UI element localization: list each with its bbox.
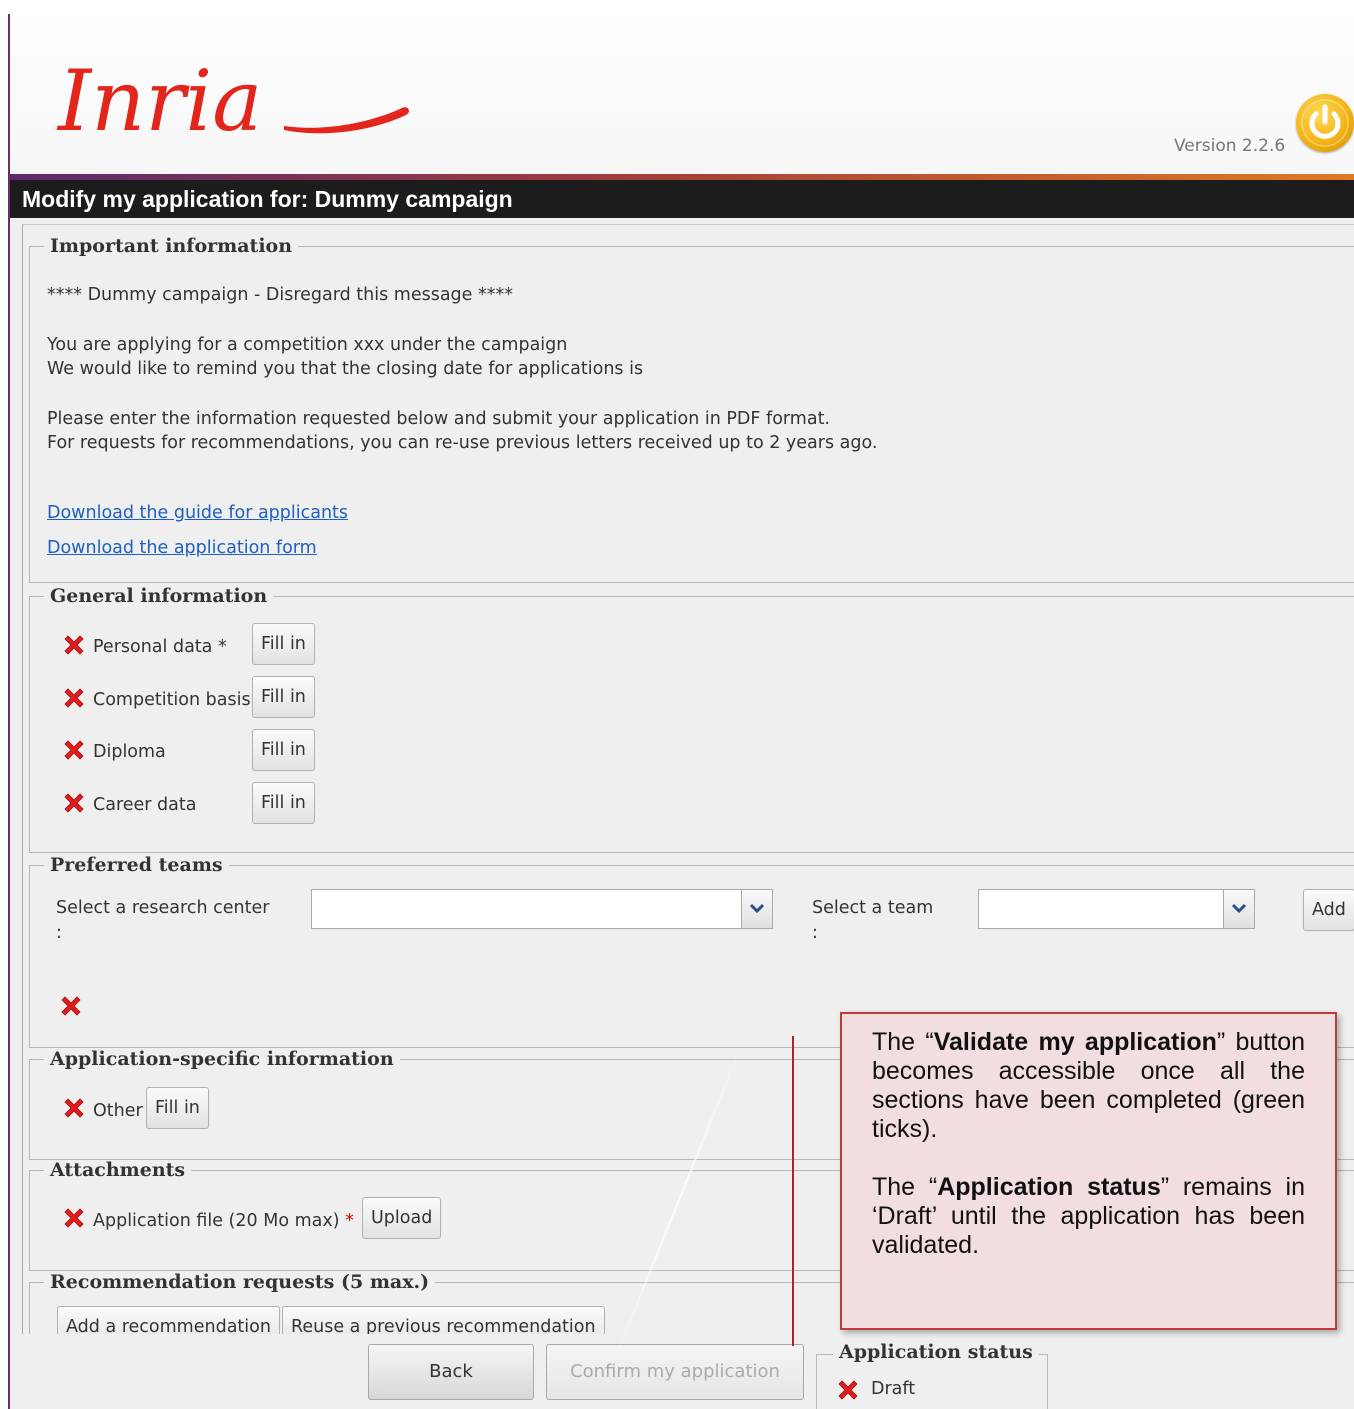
- application-status-box: Application status Draft: [816, 1341, 1048, 1409]
- back-button[interactable]: Back: [368, 1344, 534, 1400]
- incomplete-x-icon: [61, 1205, 87, 1231]
- info-line: We would like to remind you that the clo…: [47, 359, 644, 379]
- callout-paragraph-2: The “Application status” remains in ‘Dra…: [872, 1173, 1306, 1259]
- section-legend: Preferred teams: [50, 854, 223, 876]
- incomplete-x-icon: [58, 993, 84, 1019]
- info-line: For requests for recommendations, you ca…: [47, 433, 878, 453]
- team-label: Select a team: [812, 898, 934, 918]
- guide-download-link[interactable]: Download the guide for applicants: [47, 503, 348, 523]
- add-team-button[interactable]: Add: [1303, 889, 1354, 931]
- logo-text: Inria: [56, 52, 262, 144]
- incomplete-x-icon: [61, 685, 87, 711]
- application-file-label: Application file (20 Mo max) *: [93, 1211, 354, 1231]
- personal-data-fill-button[interactable]: Fill in: [252, 623, 315, 665]
- incomplete-x-icon: [61, 790, 87, 816]
- confirm-application-button[interactable]: Confirm my application: [546, 1344, 804, 1400]
- diploma-fill-button[interactable]: Fill in: [252, 729, 315, 771]
- chevron-down-icon[interactable]: [1223, 889, 1255, 929]
- research-center-label: Select a research center: [56, 898, 270, 918]
- team-select[interactable]: [978, 889, 1255, 929]
- chevron-down-icon[interactable]: [741, 889, 773, 929]
- competition-basis-fill-button[interactable]: Fill in: [252, 676, 315, 718]
- incomplete-x-icon: [61, 1095, 87, 1121]
- section-legend: Recommendation requests (5 max.): [50, 1271, 430, 1293]
- personal-data-label: Personal data *: [93, 637, 227, 657]
- diploma-label: Diploma: [93, 742, 166, 762]
- status-legend: Application status: [833, 1341, 1039, 1363]
- incomplete-x-icon: [61, 632, 87, 658]
- other-label: Other: [93, 1101, 143, 1121]
- label-colon: :: [812, 923, 818, 943]
- incomplete-x-icon: [61, 737, 87, 763]
- section-legend: Application-specific information: [50, 1048, 394, 1070]
- page-title: Modify my application for: Dummy campaig…: [22, 186, 513, 212]
- info-line: You are applying for a competition xxx u…: [47, 335, 568, 355]
- career-data-fill-button[interactable]: Fill in: [252, 782, 315, 824]
- career-data-label: Career data: [93, 795, 197, 815]
- general-information-section: General information: [29, 585, 1354, 853]
- competition-basis-label: Competition basis: [93, 690, 251, 710]
- info-line: Please enter the information requested b…: [47, 409, 830, 429]
- power-icon[interactable]: [1296, 94, 1354, 152]
- research-center-select[interactable]: [311, 889, 773, 929]
- status-value: Draft: [871, 1379, 916, 1399]
- section-legend: Important information: [50, 235, 293, 257]
- header: Inria Version 2.2.6: [10, 14, 1354, 180]
- help-callout: The “Validate my application” button bec…: [840, 1012, 1337, 1330]
- inria-logo: Inria: [52, 34, 422, 150]
- section-legend: Attachments: [50, 1159, 186, 1181]
- callout-paragraph-1: The “Validate my application” button bec…: [872, 1028, 1305, 1143]
- section-legend: General information: [50, 585, 268, 607]
- draft-x-icon: [835, 1377, 861, 1403]
- campaign-notice: **** Dummy campaign - Disregard this mes…: [47, 285, 513, 305]
- upload-button[interactable]: Upload: [362, 1197, 442, 1239]
- callout-pointer: [792, 1036, 794, 1346]
- title-bar: Modify my application for: Dummy campaig…: [10, 180, 1354, 218]
- footer-bar: Back Confirm my application: [10, 1334, 1354, 1409]
- label-colon: :: [56, 923, 62, 943]
- other-fill-button[interactable]: Fill in: [146, 1087, 209, 1129]
- form-download-link[interactable]: Download the application form: [47, 538, 317, 558]
- version-label: Version 2.2.6: [1174, 136, 1286, 156]
